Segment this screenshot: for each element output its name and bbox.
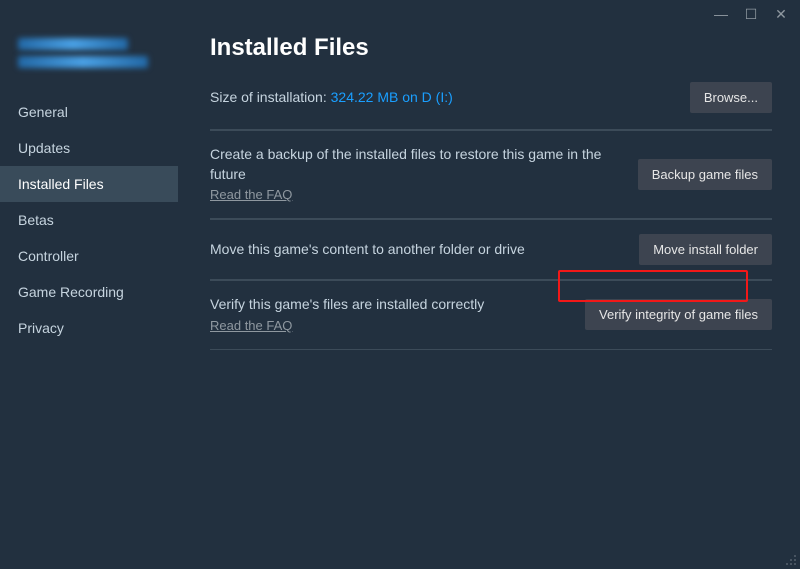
sidebar-item-label: General — [18, 104, 68, 120]
verify-row: Verify this game's files are installed c… — [210, 280, 772, 349]
backup-faq-link[interactable]: Read the FAQ — [210, 187, 292, 202]
close-icon: ✕ — [775, 6, 787, 23]
sidebar-item-updates[interactable]: Updates — [0, 130, 178, 166]
browse-button[interactable]: Browse... — [690, 82, 772, 113]
sidebar-item-betas[interactable]: Betas — [0, 202, 178, 238]
install-size-row: Size of installation: 324.22 MB on D (I:… — [210, 82, 772, 129]
sidebar-item-label: Game Recording — [18, 284, 124, 300]
sidebar: General Updates Installed Files Betas Co… — [0, 28, 178, 569]
backup-row: Create a backup of the installed files t… — [210, 130, 772, 218]
maximize-button[interactable]: ☐ — [738, 4, 764, 24]
sidebar-item-privacy[interactable]: Privacy — [0, 310, 178, 346]
sidebar-item-installed-files[interactable]: Installed Files — [0, 166, 178, 202]
sidebar-item-label: Controller — [18, 248, 79, 264]
close-button[interactable]: ✕ — [768, 4, 794, 24]
window-body: General Updates Installed Files Betas Co… — [0, 28, 800, 569]
sidebar-item-label: Installed Files — [18, 176, 104, 192]
sidebar-item-game-recording[interactable]: Game Recording — [0, 274, 178, 310]
sidebar-item-general[interactable]: General — [0, 94, 178, 130]
verify-faq-link[interactable]: Read the FAQ — [210, 318, 292, 333]
move-description: Move this game's content to another fold… — [210, 240, 623, 260]
maximize-icon: ☐ — [745, 6, 758, 23]
sidebar-item-label: Privacy — [18, 320, 64, 336]
backup-description: Create a backup of the installed files t… — [210, 145, 622, 184]
redacted-game-title-line — [18, 56, 148, 68]
page-title: Installed Files — [210, 34, 772, 62]
minimize-button[interactable]: — — [708, 4, 734, 24]
backup-game-files-button[interactable]: Backup game files — [638, 159, 772, 190]
window-titlebar: — ☐ ✕ — [0, 0, 800, 28]
sidebar-item-label: Updates — [18, 140, 70, 156]
install-size-label: Size of installation: — [210, 89, 331, 105]
install-size-value: 324.22 MB on D (I:) — [331, 89, 453, 105]
move-row: Move this game's content to another fold… — [210, 219, 772, 279]
verify-integrity-button[interactable]: Verify integrity of game files — [585, 299, 772, 330]
resize-grip-icon[interactable] — [784, 553, 796, 565]
minimize-icon: — — [714, 6, 728, 22]
move-install-folder-button[interactable]: Move install folder — [639, 234, 772, 265]
sidebar-item-controller[interactable]: Controller — [0, 238, 178, 274]
sidebar-item-label: Betas — [18, 212, 54, 228]
redacted-game-title-line — [18, 38, 128, 50]
main-panel: Installed Files Size of installation: 32… — [178, 28, 800, 569]
game-title-header — [0, 32, 178, 94]
divider — [210, 349, 772, 350]
verify-description: Verify this game's files are installed c… — [210, 295, 569, 315]
properties-window: — ☐ ✕ General Updates Installed Files Be… — [0, 0, 800, 569]
